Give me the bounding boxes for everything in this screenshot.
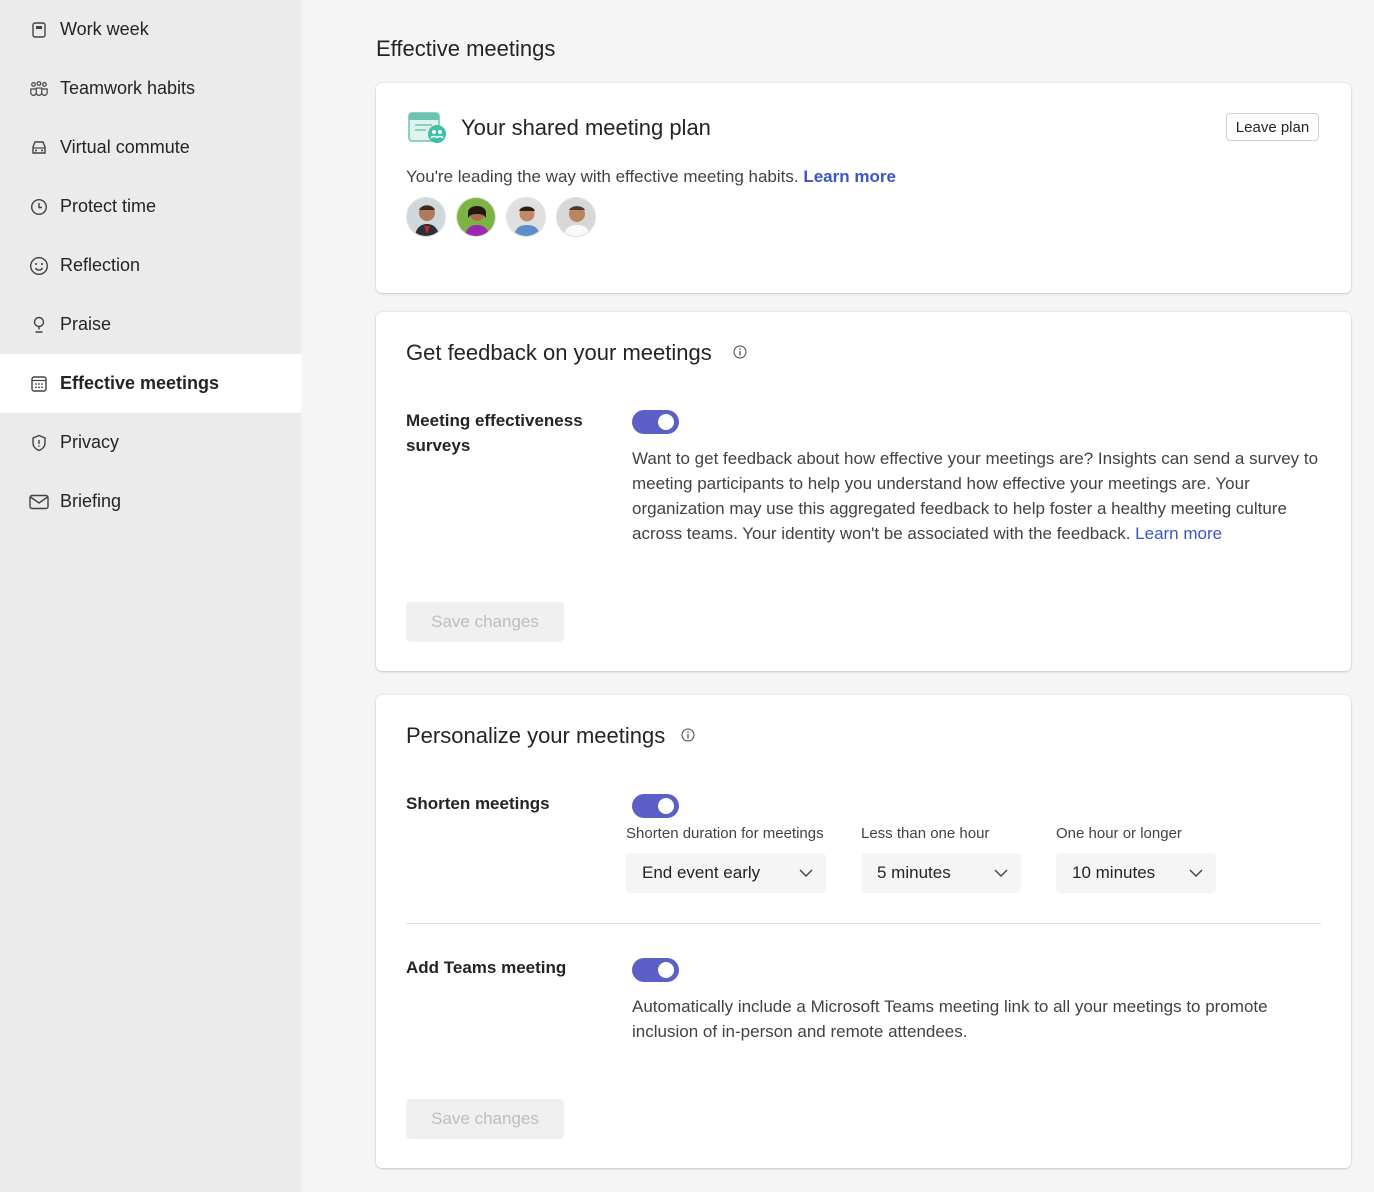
mail-icon: [29, 492, 49, 512]
less-than-hour-value: 5 minutes: [877, 863, 951, 882]
sidebar-item-teamwork-habits[interactable]: Teamwork habits: [0, 59, 301, 118]
car-icon: [29, 138, 49, 158]
clock-icon: [29, 197, 49, 217]
add-teams-description: Automatically include a Microsoft Teams …: [632, 997, 1268, 1041]
divider: [406, 923, 1321, 924]
plan-learn-more-link[interactable]: Learn more: [803, 167, 896, 186]
survey-description-block: Want to get feedback about how effective…: [632, 446, 1322, 546]
info-icon[interactable]: [681, 728, 695, 742]
sidebar-item-label: Briefing: [60, 491, 122, 511]
trophy-icon: [29, 315, 49, 335]
hour-or-longer-label: One hour or longer: [1056, 825, 1182, 842]
chevron-down-icon: [798, 865, 814, 881]
avatar: [406, 197, 446, 237]
shorten-meetings-label: Shorten meetings: [406, 794, 550, 813]
plan-description-line: You're leading the way with effective me…: [406, 164, 896, 189]
sidebar-item-reflection[interactable]: Reflection: [0, 236, 301, 295]
less-than-hour-select[interactable]: 5 minutes: [861, 853, 1021, 893]
add-teams-label: Add Teams meeting: [406, 958, 567, 977]
personalize-title: Personalize your meetings: [406, 723, 666, 748]
personalize-card: Personalize your meetings Shorten meetin…: [376, 695, 1351, 1168]
chevron-down-icon: [993, 865, 1009, 881]
sidebar-item-virtual-commute[interactable]: Virtual commute: [0, 118, 301, 177]
meeting-plan-icon: [406, 107, 448, 145]
info-icon[interactable]: [733, 345, 747, 359]
plan-title: Your shared meeting plan: [461, 115, 711, 140]
shorten-meetings-toggle[interactable]: [632, 794, 679, 818]
less-than-hour-label: Less than one hour: [861, 825, 990, 842]
survey-toggle[interactable]: [632, 410, 679, 434]
sidebar-item-protect-time[interactable]: Protect time: [0, 177, 301, 236]
calendar-week-icon: [29, 20, 49, 40]
sidebar-item-label: Reflection: [60, 255, 141, 275]
avatar: [456, 197, 496, 237]
sidebar: Work week Teamwork habits Virtual commut…: [0, 0, 301, 1192]
sidebar-item-label: Privacy: [60, 432, 120, 452]
plan-description: You're leading the way with effective me…: [406, 167, 799, 186]
shared-plan-card: Your shared meeting plan Leave plan You'…: [376, 83, 1351, 293]
sidebar-item-label: Protect time: [60, 196, 157, 216]
save-changes-button[interactable]: Save changes: [406, 1099, 564, 1139]
sidebar-item-label: Work week: [60, 19, 149, 39]
feedback-title: Get feedback on your meetings: [406, 340, 712, 365]
page-title: Effective meetings: [376, 36, 556, 61]
sidebar-item-label: Effective meetings: [60, 373, 220, 393]
sidebar-item-praise[interactable]: Praise: [0, 295, 301, 354]
duration-select[interactable]: End event early: [626, 853, 826, 893]
toggle-knob: [658, 798, 674, 814]
survey-setting-label: Meeting effectiveness surveys: [406, 411, 583, 455]
leave-plan-button[interactable]: Leave plan: [1226, 113, 1319, 141]
sidebar-item-privacy[interactable]: Privacy: [0, 413, 301, 472]
hour-or-longer-value: 10 minutes: [1072, 863, 1156, 882]
add-teams-toggle[interactable]: [632, 958, 679, 982]
sidebar-item-label: Praise: [60, 314, 112, 334]
toggle-knob: [658, 962, 674, 978]
duration-select-value: End event early: [642, 863, 761, 882]
chevron-down-icon: [1188, 865, 1204, 881]
sidebar-item-label: Virtual commute: [60, 137, 190, 157]
sidebar-item-work-week[interactable]: Work week: [0, 0, 301, 59]
sidebar-item-briefing[interactable]: Briefing: [0, 472, 301, 531]
duration-label: Shorten duration for meetings: [626, 825, 824, 842]
emoji-icon: [29, 256, 49, 276]
sidebar-item-label: Teamwork habits: [60, 78, 196, 98]
feedback-card: Get feedback on your meetings Meeting ef…: [376, 312, 1351, 671]
calendar-grid-icon: [29, 374, 49, 394]
sidebar-item-effective-meetings[interactable]: Effective meetings: [0, 354, 301, 413]
save-changes-button[interactable]: Save changes: [406, 602, 564, 642]
survey-learn-more-link[interactable]: Learn more: [1135, 524, 1222, 543]
shield-icon: [29, 433, 49, 453]
people-team-icon: [29, 79, 49, 99]
avatar: [506, 197, 546, 237]
avatar: [556, 197, 596, 237]
toggle-knob: [658, 414, 674, 430]
hour-or-longer-select[interactable]: 10 minutes: [1056, 853, 1216, 893]
